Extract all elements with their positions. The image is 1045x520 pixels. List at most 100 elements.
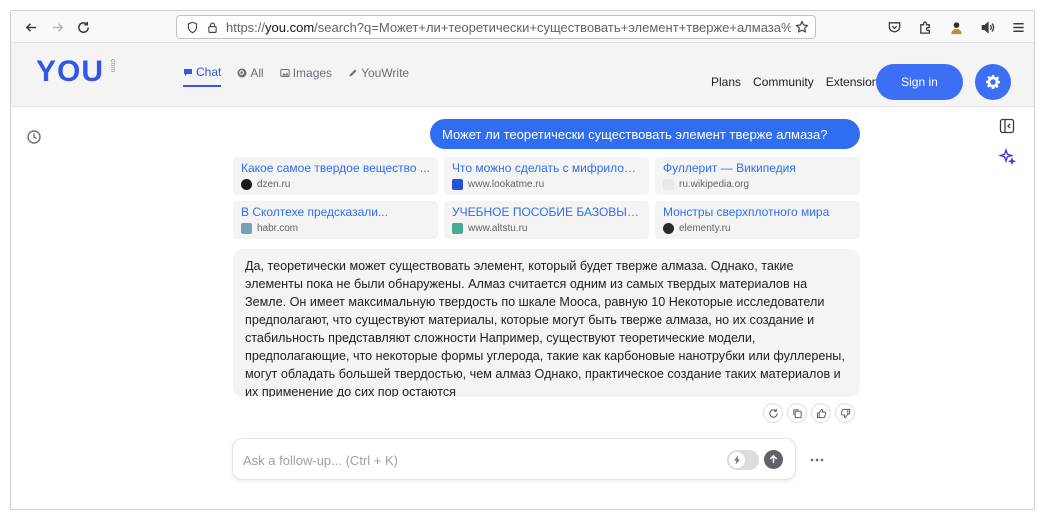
followup-input[interactable]: [243, 451, 713, 469]
thumbs-down-button[interactable]: [835, 403, 855, 423]
thumbs-up-icon: [816, 408, 826, 418]
image-icon: [280, 69, 290, 77]
account-avatar-icon[interactable]: [946, 17, 966, 37]
source-card[interactable]: Какое самое твердое вещество ... dzen.ru: [233, 157, 438, 195]
source-domain: www.altstu.ru: [468, 223, 528, 234]
more-dots-icon: [810, 458, 824, 462]
send-button[interactable]: [764, 450, 783, 469]
logo-superscript: com: [109, 59, 116, 73]
reload-button[interactable]: [73, 17, 93, 37]
habr-favicon-icon: [241, 223, 252, 234]
arrow-right-icon: [52, 22, 63, 32]
sidebar-toggle-icon[interactable]: [999, 118, 1015, 134]
address-bar[interactable]: https://you.com/search?q=Может+ли+теорет…: [176, 15, 816, 39]
user-query-bubble: Может ли теоретически существовать элеме…: [430, 119, 860, 149]
lightning-bolt-icon: [734, 455, 740, 465]
history-clock-icon[interactable]: [26, 129, 42, 145]
sign-in-button[interactable]: Sign in: [876, 64, 963, 100]
source-title[interactable]: В Сколтехе предсказали...: [241, 205, 430, 219]
link-plans[interactable]: Plans: [711, 75, 741, 89]
source-card[interactable]: Монстры сверхплотного мира elementy.ru: [655, 201, 860, 239]
url-path: /search?q=Может+ли+теоретически+существо…: [314, 19, 791, 35]
source-card[interactable]: УЧЕБНОЕ ПОСОБИЕ БАЗОВЫЙ... www.altstu.ru: [444, 201, 649, 239]
reload-icon: [77, 21, 89, 33]
tab-chat-label: Chat: [196, 65, 222, 79]
regenerate-button[interactable]: [763, 403, 783, 423]
source-title[interactable]: Какое самое твердое вещество ...: [241, 161, 430, 175]
source-meta: dzen.ru: [241, 179, 430, 190]
back-button[interactable]: [21, 17, 41, 37]
forward-button[interactable]: [47, 17, 67, 37]
pencil-icon: [349, 69, 357, 77]
url-scheme: https://: [226, 19, 266, 35]
copy-icon: [792, 408, 802, 418]
tab-all-label: All: [250, 66, 264, 80]
link-community[interactable]: Community: [753, 75, 814, 89]
dzen-favicon-icon: [241, 179, 252, 190]
bookmark-star-icon[interactable]: [795, 20, 809, 34]
gear-icon: [986, 75, 1000, 89]
mode-tabs: Chat All Images YouWrite: [183, 65, 409, 87]
settings-button[interactable]: [975, 64, 1011, 100]
arrow-up-icon: [769, 454, 778, 464]
thumbs-up-button[interactable]: [811, 403, 831, 423]
source-title[interactable]: Что можно сделать с мифрилом,...: [452, 161, 641, 175]
source-domain: ru.wikipedia.org: [679, 179, 750, 190]
you-logo[interactable]: YOU: [36, 55, 104, 89]
browser-extensions: [884, 17, 1028, 37]
followup-box: [232, 438, 796, 480]
search-circle-icon: [237, 68, 247, 78]
answer-text: Да, теоретически может существовать элем…: [245, 259, 845, 397]
source-domain: www.lookatme.ru: [468, 179, 545, 190]
source-domain: dzen.ru: [257, 179, 291, 190]
refresh-icon: [768, 408, 778, 418]
source-card[interactable]: Фуллерит — Википедия ru.wikipedia.org: [655, 157, 860, 195]
source-meta: www.altstu.ru: [452, 223, 641, 234]
header-links: Plans Community Extension: [711, 75, 878, 89]
speaker-icon[interactable]: [977, 17, 997, 37]
more-options-button[interactable]: [808, 451, 826, 469]
tab-chat[interactable]: Chat: [183, 65, 222, 87]
source-meta: elementy.ru: [663, 223, 852, 234]
thumbs-down-icon: [840, 408, 850, 418]
source-card[interactable]: В Сколтехе предсказали... habr.com: [233, 201, 438, 239]
url-text[interactable]: https://you.com/search?q=Может+ли+теорет…: [226, 20, 791, 35]
browser-toolbar: https://you.com/search?q=Может+ли+теорет…: [11, 11, 1034, 43]
site-header: YOU com Chat All Images YouWrite Plans C…: [11, 43, 1034, 107]
url-host: you.com: [265, 19, 315, 35]
tab-youwrite[interactable]: YouWrite: [348, 65, 409, 87]
chat-icon: [184, 69, 192, 76]
wikipedia-favicon-icon: [663, 179, 674, 190]
answer-card: Да, теоретически может существовать элем…: [233, 249, 860, 397]
menu-hamburger-icon[interactable]: [1008, 17, 1028, 37]
source-meta: ru.wikipedia.org: [663, 179, 852, 190]
browser-window: https://you.com/search?q=Может+ли+теорет…: [10, 10, 1035, 510]
source-domain: habr.com: [257, 223, 299, 234]
source-domain: elementy.ru: [679, 223, 731, 234]
source-title[interactable]: УЧЕБНОЕ ПОСОБИЕ БАЗОВЫЙ...: [452, 205, 641, 219]
sources-grid: Какое самое твердое вещество ... dzen.ru…: [233, 157, 860, 239]
sparkle-icon[interactable]: [998, 147, 1017, 166]
tab-images[interactable]: Images: [280, 65, 332, 87]
source-meta: www.lookatme.ru: [452, 179, 641, 190]
tab-images-label: Images: [292, 66, 333, 80]
altstu-favicon-icon: [452, 223, 463, 234]
lookatme-favicon-icon: [452, 179, 463, 190]
link-extension[interactable]: Extension: [826, 75, 879, 89]
lock-icon[interactable]: [205, 20, 219, 34]
shield-icon[interactable]: [185, 20, 199, 34]
pocket-icon[interactable]: [884, 17, 904, 37]
tab-all[interactable]: All: [237, 65, 264, 87]
source-title[interactable]: Монстры сверхплотного мира: [663, 205, 852, 219]
quick-mode-toggle[interactable]: [727, 450, 759, 470]
toggle-knob: [729, 452, 745, 468]
arrow-left-icon: [25, 22, 36, 32]
copy-button[interactable]: [787, 403, 807, 423]
source-title[interactable]: Фуллерит — Википедия: [663, 161, 852, 175]
elementy-favicon-icon: [663, 223, 674, 234]
answer-actions: [763, 403, 855, 423]
tab-youwrite-label: YouWrite: [361, 66, 410, 80]
source-meta: habr.com: [241, 223, 430, 234]
extensions-puzzle-icon[interactable]: [915, 17, 935, 37]
source-card[interactable]: Что можно сделать с мифрилом,... www.loo…: [444, 157, 649, 195]
